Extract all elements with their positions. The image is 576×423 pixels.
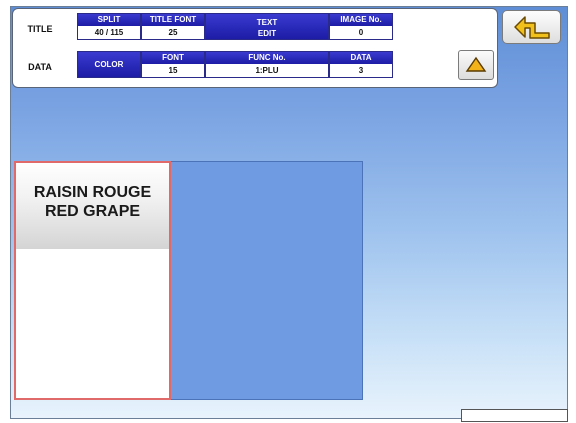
text-edit-line1: TEXT [256,18,278,27]
image-no-value: 0 [330,26,392,39]
func-no-label: FUNC No. [206,52,328,64]
image-no-cell[interactable]: IMAGE No. 0 [329,13,393,40]
up-triangle-icon [465,56,487,72]
text-edit-line2: EDIT [257,29,277,38]
scroll-up-button[interactable] [458,50,494,80]
title-font-value: 25 [142,26,204,39]
title-row-label: TITLE [27,24,53,34]
image-no-label: IMAGE No. [330,14,392,26]
return-arrow-icon [514,16,550,39]
item-title-line1: RAISIN ROUGE [33,184,152,201]
title-font-cell[interactable]: TITLE FONT 25 [141,13,205,40]
data-row-label: DATA [28,62,52,72]
back-button[interactable] [502,10,561,44]
data-value: 3 [330,64,392,77]
text-edit-button[interactable]: TEXT EDIT [205,13,329,40]
func-no-value: 1:PLU [206,64,328,77]
title-font-label: TITLE FONT [142,14,204,26]
split-value: 40 / 115 [78,26,140,39]
data-label: DATA [330,52,392,64]
data-cell[interactable]: DATA 3 [329,51,393,78]
font-value: 15 [142,64,204,77]
item-preview-card[interactable]: RAISIN ROUGE RED GRAPE [14,161,171,400]
color-button[interactable]: COLOR [77,51,141,78]
func-no-cell[interactable]: FUNC No. 1:PLU [205,51,329,78]
split-label: SPLIT [78,14,140,26]
item-title: RAISIN ROUGE RED GRAPE [16,163,169,249]
item-title-line2: RED GRAPE [44,203,141,220]
font-label: FONT [142,52,204,64]
font-cell[interactable]: FONT 15 [141,51,205,78]
settings-panel: TITLE DATA SPLIT 40 / 115 TITLE FONT 25 … [12,8,498,88]
status-box [461,409,568,422]
split-cell[interactable]: SPLIT 40 / 115 [77,13,141,40]
